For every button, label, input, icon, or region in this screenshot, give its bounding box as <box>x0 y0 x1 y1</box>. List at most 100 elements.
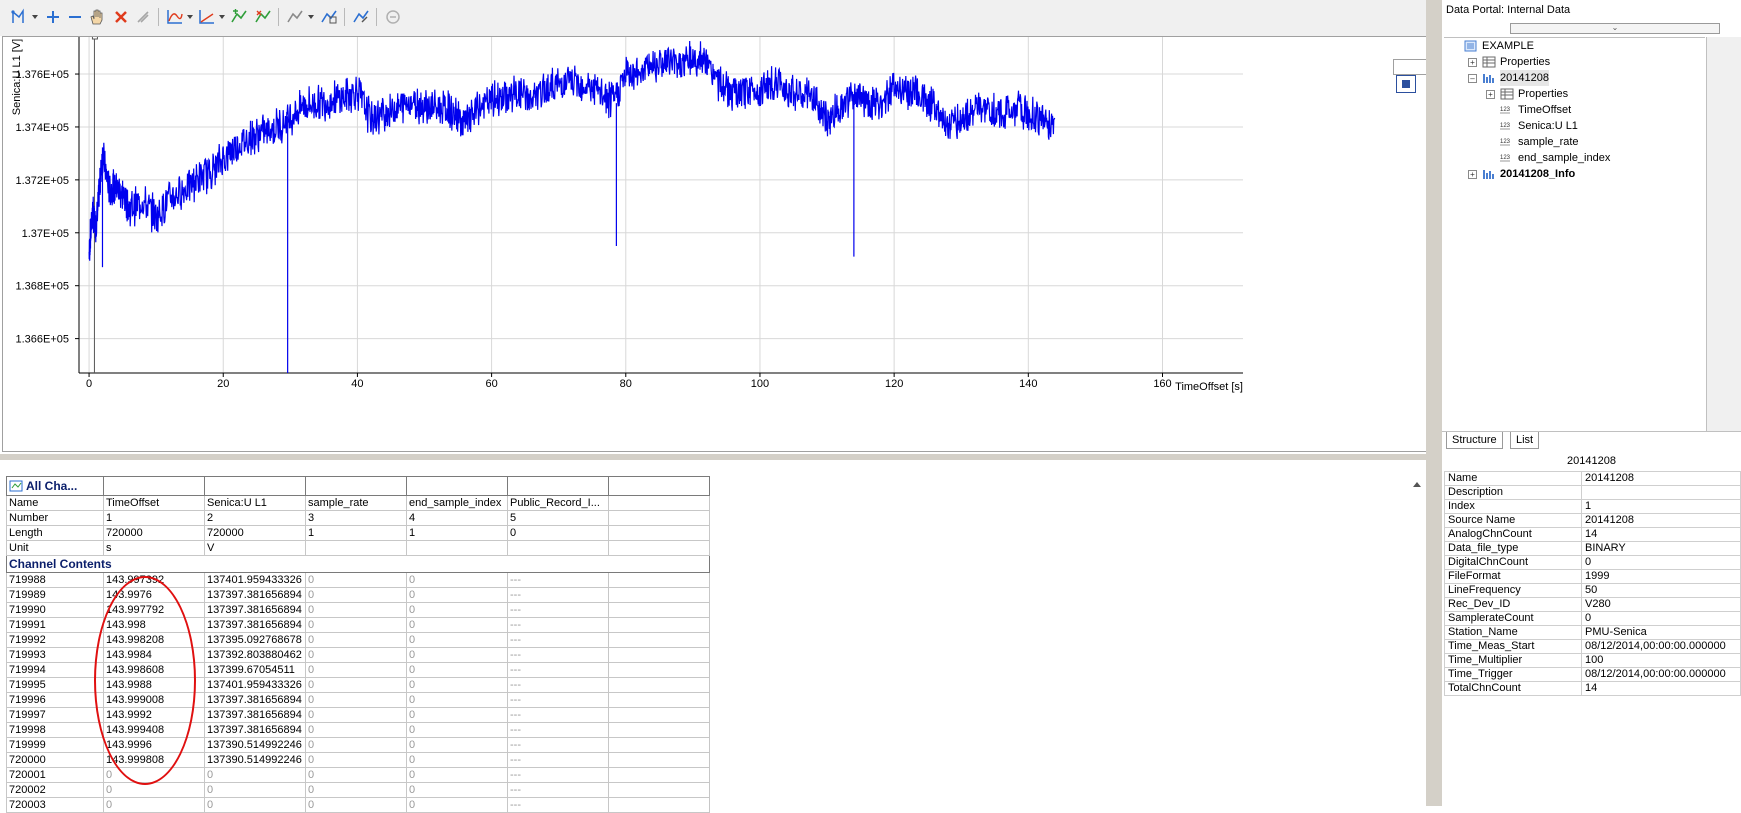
format-icon[interactable] <box>350 6 372 28</box>
table-cell[interactable]: 0 <box>406 602 508 618</box>
table-cell[interactable]: 0 <box>406 692 508 708</box>
table-cell[interactable]: Length <box>6 525 104 541</box>
tab-list[interactable]: List <box>1510 432 1540 449</box>
table-row[interactable]: 720002 0 0 0 0 --- <box>6 782 710 798</box>
portal-collapse-bar[interactable]: ⌄ <box>1510 23 1720 34</box>
table-cell[interactable]: 720000 <box>204 525 306 541</box>
cursor-mode-icon[interactable] <box>8 6 30 28</box>
table-cell[interactable]: 719993 <box>6 647 104 663</box>
table-cell[interactable]: 719988 <box>6 572 104 588</box>
zoom-in-icon[interactable] <box>42 6 64 28</box>
table-cell[interactable]: --- <box>507 737 609 753</box>
tree-item[interactable]: 123 Senica:U L1 <box>1448 118 1703 134</box>
property-row[interactable]: Rec_Dev_ID V280 <box>1444 597 1741 612</box>
property-value[interactable]: V280 <box>1581 597 1741 612</box>
property-row[interactable]: Time_Trigger 08/12/2014,00:00:00.000000 <box>1444 667 1741 682</box>
property-row[interactable]: Index 1 <box>1444 499 1741 514</box>
table-cell[interactable]: 0 <box>305 572 407 588</box>
tree-item[interactable]: – 20141208 <box>1448 70 1703 86</box>
table-cell[interactable]: 719996 <box>6 692 104 708</box>
table-cell[interactable]: 719997 <box>6 707 104 723</box>
table-cell[interactable]: --- <box>507 692 609 708</box>
chart-panel[interactable]: 0 20 40 60 80 100 120 140 160 1.366E+05 1.368E+05 1… <box>2 36 1428 452</box>
table-cell[interactable]: 719989 <box>6 587 104 603</box>
property-row[interactable]: Time_Multiplier 100 <box>1444 653 1741 668</box>
table-cell[interactable]: 0 <box>305 692 407 708</box>
vertical-splitter[interactable] <box>1426 0 1442 806</box>
table-cell[interactable]: 0 <box>204 767 306 783</box>
table-cell[interactable]: 0 <box>406 737 508 753</box>
property-value[interactable]: 0 <box>1581 611 1741 626</box>
property-value[interactable] <box>1581 485 1741 500</box>
table-cell[interactable]: 137397.381656894 <box>204 692 306 708</box>
table-cell[interactable]: 1 <box>406 525 508 541</box>
table-cell[interactable]: 0 <box>103 797 205 813</box>
table-cell[interactable] <box>305 540 407 556</box>
table-cell[interactable]: 137397.381656894 <box>204 587 306 603</box>
table-cell[interactable]: 0 <box>406 752 508 768</box>
table-cell[interactable]: --- <box>507 632 609 648</box>
table-cell[interactable]: 0 <box>305 632 407 648</box>
table-cell[interactable]: V <box>204 540 306 556</box>
property-row[interactable]: Time_Meas_Start 08/12/2014,00:00:00.00000… <box>1444 639 1741 654</box>
table-row[interactable]: 720003 0 0 0 0 --- <box>6 797 710 813</box>
axis-icon[interactable] <box>196 6 218 28</box>
table-cell[interactable]: 0 <box>305 587 407 603</box>
table-cell[interactable]: --- <box>507 662 609 678</box>
table-cell[interactable]: 0 <box>406 632 508 648</box>
table-cell[interactable] <box>608 525 710 541</box>
property-value[interactable]: 14 <box>1581 681 1741 696</box>
table-cell[interactable]: 0 <box>305 782 407 798</box>
table-cell[interactable]: 2 <box>204 510 306 526</box>
table-cell[interactable] <box>507 540 609 556</box>
table-cell[interactable]: 5 <box>507 510 609 526</box>
column-header[interactable] <box>608 495 710 511</box>
table-cell[interactable]: 720003 <box>6 797 104 813</box>
tree-item[interactable]: 123 end_sample_index <box>1448 150 1703 166</box>
property-row[interactable]: LineFrequency 50 <box>1444 583 1741 598</box>
column-header[interactable]: Senica:U L1 <box>204 495 306 511</box>
table-cell[interactable]: 137399.67054511 <box>204 662 306 678</box>
table-cell[interactable]: 0 <box>406 707 508 723</box>
expand-icon[interactable]: + <box>1468 170 1477 179</box>
table-cell[interactable]: --- <box>507 782 609 798</box>
table-cell[interactable]: 719999 <box>6 737 104 753</box>
table-cell[interactable]: --- <box>507 617 609 633</box>
table-cell[interactable]: 720000 <box>103 525 205 541</box>
table-cell[interactable]: 720000 <box>6 752 104 768</box>
move-curve-icon[interactable] <box>228 6 250 28</box>
property-value[interactable]: 20141208 <box>1581 471 1741 486</box>
annotation-icon[interactable] <box>318 6 340 28</box>
all-channels-cell[interactable]: All Cha... <box>6 476 104 496</box>
delete-icon[interactable] <box>110 6 132 28</box>
table-cell[interactable]: 0 <box>406 722 508 738</box>
tree-item[interactable]: 123 TimeOffset <box>1448 102 1703 118</box>
property-value[interactable]: 14 <box>1581 527 1741 542</box>
zoom-out-icon[interactable] <box>64 6 86 28</box>
table-cell[interactable]: 0 <box>305 677 407 693</box>
property-value[interactable]: 1 <box>1581 499 1741 514</box>
table-cell[interactable]: 0 <box>204 782 306 798</box>
band-icon[interactable] <box>284 6 306 28</box>
table-cell[interactable]: 0 <box>406 782 508 798</box>
table-cell[interactable] <box>608 540 710 556</box>
property-value[interactable]: PMU-Senica <box>1581 625 1741 640</box>
table-cell[interactable]: 1 <box>103 510 205 526</box>
table-cell[interactable]: --- <box>507 707 609 723</box>
tree-item[interactable]: EXAMPLE <box>1448 38 1703 54</box>
table-cell[interactable]: 0 <box>305 797 407 813</box>
clear-icon[interactable] <box>132 6 154 28</box>
table-cell[interactable]: 3 <box>305 510 407 526</box>
table-cell[interactable]: 719990 <box>6 602 104 618</box>
chart-zoom-box-button[interactable] <box>1396 75 1416 93</box>
collapse-icon[interactable]: – <box>1468 74 1477 83</box>
expand-icon[interactable]: + <box>1468 58 1477 67</box>
table-cell[interactable]: 0 <box>406 767 508 783</box>
table-cell[interactable]: --- <box>507 587 609 603</box>
cursor-swap-icon[interactable] <box>252 6 274 28</box>
table-cell[interactable]: 4 <box>406 510 508 526</box>
property-value[interactable]: 50 <box>1581 583 1741 598</box>
table-cell[interactable]: --- <box>507 572 609 588</box>
table-row[interactable]: 719988 143.997392 137401.959433326 0 0 --- <box>6 572 710 588</box>
property-value[interactable]: 08/12/2014,00:00:00.000000 <box>1581 639 1741 654</box>
